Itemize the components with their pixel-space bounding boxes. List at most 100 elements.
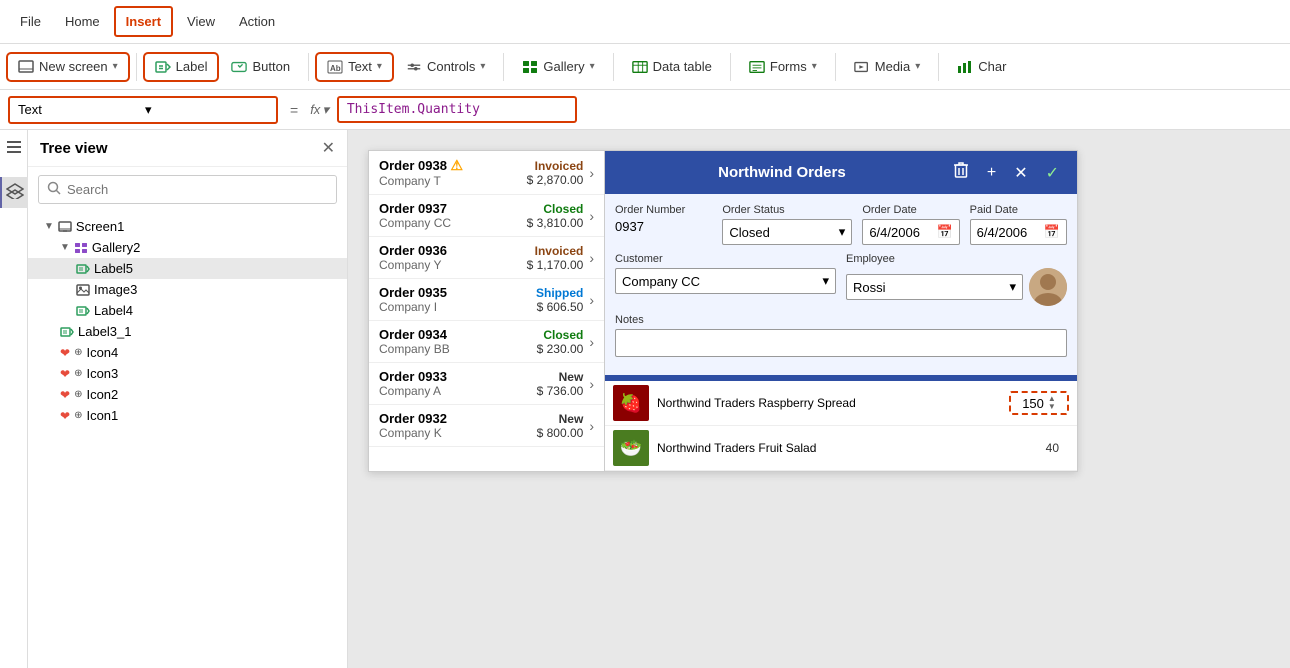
order-row-0935[interactable]: Order 0935 Company I Shipped $ 606.50 › [369, 279, 604, 321]
employee-input[interactable]: Rossi ▾ [846, 274, 1023, 300]
canvas-area: Order 0938 ⚠ Company T Invoiced $ 2,870.… [348, 130, 1290, 668]
button-toolbar-btn[interactable]: Button [221, 54, 300, 80]
media-label: Media [875, 59, 910, 74]
tree-item-icon2[interactable]: ❤ ⊕ Icon2 [28, 384, 347, 405]
tree-arrow-gallery2: ▼ [60, 242, 70, 253]
chevron-0937: › [589, 208, 594, 224]
formula-fx-text: fx [310, 102, 320, 117]
order-right-0933: New $ 736.00 [537, 370, 584, 398]
tree-label-icon1: Icon1 [86, 408, 118, 423]
forms-label: Forms [770, 59, 807, 74]
text-caret[interactable]: ▾ [377, 61, 382, 72]
icon-tree-symbol-3: ❤ [60, 367, 70, 381]
order-status-0932: New [537, 412, 584, 426]
order-left-0937: Order 0937 Company CC [379, 201, 521, 230]
paid-date-input[interactable]: 6/4/2006 📅 [970, 219, 1067, 245]
tree-item-screen1[interactable]: ▼ Screen1 [28, 216, 347, 237]
data-table-button[interactable]: Data table [622, 54, 722, 80]
form-group-customer: Customer Company CC ▾ [615, 253, 836, 306]
new-screen-caret[interactable]: ▾ [113, 61, 118, 72]
notes-input[interactable] [615, 329, 1067, 357]
tree-item-label5[interactable]: Label5 [28, 258, 347, 279]
form-row-1: Order Number 0937 Order Status Closed ▾ [615, 204, 1067, 245]
tree-item-gallery2[interactable]: ▼ Gallery2 [28, 237, 347, 258]
customer-input[interactable]: Company CC ▾ [615, 268, 836, 294]
forms-caret[interactable]: ▾ [812, 61, 817, 72]
sub-row-raspberry[interactable]: 🍓 Northwind Traders Raspberry Spread 150… [605, 381, 1077, 426]
media-caret[interactable]: ▾ [915, 61, 920, 72]
tree-item-image3[interactable]: Image3 [28, 279, 347, 300]
controls-caret[interactable]: ▾ [480, 61, 485, 72]
order-row-0938[interactable]: Order 0938 ⚠ Company T Invoiced $ 2,870.… [369, 151, 604, 195]
order-row-0932[interactable]: Order 0932 Company K New $ 800.00 › [369, 405, 604, 447]
tree-item-icon1[interactable]: ❤ ⊕ Icon1 [28, 405, 347, 426]
order-status-input[interactable]: Closed ▾ [722, 219, 852, 245]
product-name-fruit-salad: Northwind Traders Fruit Salad [657, 441, 1028, 455]
close-button[interactable]: ✕ [1008, 159, 1033, 186]
sub-table-body: 🍓 Northwind Traders Raspberry Spread 150… [605, 381, 1077, 471]
check-button[interactable]: ✓ [1040, 159, 1065, 186]
screen-icon [58, 221, 72, 233]
order-row-0934[interactable]: Order 0934 Company BB Closed $ 230.00 › [369, 321, 604, 363]
qty-down-raspberry[interactable]: ▼ [1048, 403, 1056, 411]
label-label: Label [176, 59, 208, 74]
order-company-0938: Company T [379, 174, 521, 188]
toolbar-separator-2 [308, 53, 309, 81]
formula-fx-indicator: fx ▾ [310, 102, 329, 118]
forms-button[interactable]: Forms ▾ [739, 54, 827, 80]
gallery-caret[interactable]: ▾ [590, 61, 595, 72]
text-button[interactable]: Ab Text ▾ [317, 54, 392, 80]
gallery-button[interactable]: Gallery ▾ [512, 54, 604, 80]
delete-button[interactable] [947, 159, 975, 186]
menu-view[interactable]: View [177, 8, 225, 35]
layers-icon[interactable] [0, 177, 28, 208]
controls-icon [406, 59, 422, 75]
menu-file[interactable]: File [10, 8, 51, 35]
notes-label: Notes [615, 314, 1067, 326]
product-emoji-raspberry: 🍓 [620, 393, 642, 414]
paid-date-label: Paid Date [970, 204, 1067, 216]
order-row-0937[interactable]: Order 0937 Company CC Closed $ 3,810.00 … [369, 195, 604, 237]
menu-insert[interactable]: Insert [114, 6, 173, 37]
tree-item-label4[interactable]: Label4 [28, 300, 347, 321]
order-date-label: Order Date [862, 204, 959, 216]
quantity-box-raspberry[interactable]: 150 ▲ ▼ [1009, 391, 1069, 415]
sidebar-toggle [0, 130, 28, 668]
tree-item-icon4[interactable]: ❤ ⊕ Icon4 [28, 342, 347, 363]
tree-item-label3-1[interactable]: Label3_1 [28, 321, 347, 342]
hamburger-icon[interactable] [5, 140, 23, 157]
employee-caret: ▾ [1009, 279, 1016, 295]
button-icon [231, 59, 247, 75]
sub-row-fruit-salad[interactable]: 🥗 Northwind Traders Fruit Salad 40 [605, 426, 1077, 471]
order-amount-0935: $ 606.50 [536, 300, 583, 314]
menu-home[interactable]: Home [55, 8, 110, 35]
icon-tree-symbol-4: ❤ [60, 346, 70, 360]
order-date-input[interactable]: 6/4/2006 📅 [862, 219, 959, 245]
add-button[interactable]: + [981, 159, 1002, 186]
calendar-icon-date: 📅 [936, 224, 952, 240]
tree-search-input[interactable] [67, 182, 328, 197]
media-button[interactable]: Media ▾ [844, 54, 930, 80]
form-group-order-date: Order Date 6/4/2006 📅 [862, 204, 959, 245]
order-row-0933[interactable]: Order 0933 Company A New $ 736.00 › [369, 363, 604, 405]
menu-action[interactable]: Action [229, 8, 285, 35]
chevron-0932: › [589, 418, 594, 434]
controls-button[interactable]: Controls ▾ [396, 54, 495, 80]
tree-item-icon3[interactable]: ❤ ⊕ Icon3 [28, 363, 347, 384]
chevron-0935: › [589, 292, 594, 308]
toolbar-separator-7 [938, 53, 939, 81]
quantity-arrows-raspberry[interactable]: ▲ ▼ [1048, 395, 1056, 411]
product-name-raspberry: Northwind Traders Raspberry Spread [657, 396, 1001, 410]
order-row-0936[interactable]: Order 0936 Company Y Invoiced $ 1,170.00… [369, 237, 604, 279]
detail-title: Northwind Orders [617, 164, 947, 181]
new-screen-button[interactable]: New screen ▾ [8, 54, 128, 80]
label-button[interactable]: Label [145, 54, 218, 80]
order-number-value: 0937 [615, 219, 712, 234]
order-date-value: 6/4/2006 [869, 225, 920, 240]
formula-dropdown[interactable]: Text ▾ [8, 96, 278, 124]
charts-button[interactable]: Char [947, 54, 1016, 80]
formula-input[interactable]: ThisItem.Quantity [337, 96, 577, 123]
orders-panel: Order 0938 ⚠ Company T Invoiced $ 2,870.… [369, 151, 604, 471]
tree-close-button[interactable]: ✕ [322, 138, 335, 158]
order-num-0937: Order 0937 [379, 201, 521, 216]
